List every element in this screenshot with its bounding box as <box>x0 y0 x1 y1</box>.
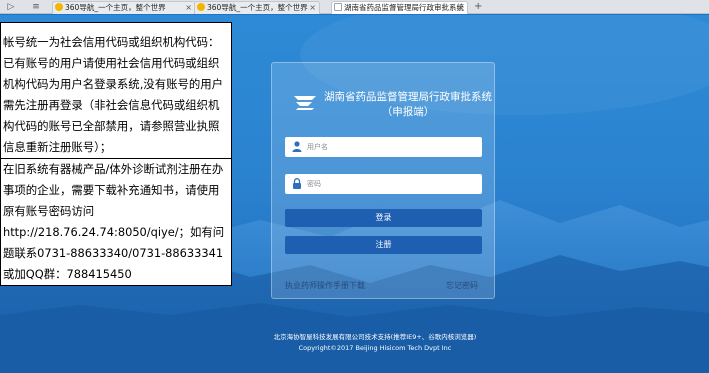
login-button[interactable]: 登录 <box>285 209 482 227</box>
tab-close-icon[interactable]: × <box>309 2 316 13</box>
notice-paragraph-account: 帐号统一为社会信用代码或组织机构代码：已有账号的用户请使用社会信用代码或组织机构… <box>3 35 224 154</box>
username-field[interactable] <box>285 137 482 157</box>
lock-icon <box>293 178 301 189</box>
forgot-password-link[interactable]: 忘记密码 <box>446 281 478 291</box>
agency-logo-icon <box>294 96 316 110</box>
browser-tab-3-active[interactable]: 湖南省药品监督管理局行政审批系统 × <box>331 1 468 14</box>
register-button[interactable]: 注册 <box>285 236 482 254</box>
notice-panel: 帐号统一为社会信用代码或组织机构代码：已有账号的用户请使用社会信用代码或组织机构… <box>0 22 232 286</box>
tab-close-icon[interactable]: × <box>185 2 192 13</box>
browser-tab-bar: ▷ ≡ 360导航_一个主页，整个世界 × 360导航_一个主页，整个世界 × … <box>0 0 709 14</box>
tab-close-icon[interactable]: × <box>457 2 464 13</box>
system-title: 湖南省药品监督管理局行政审批系统（申报端） <box>324 91 492 118</box>
tab-list-icon[interactable]: ≡ <box>31 1 41 13</box>
notice-paragraph-legacy: 在旧系统有器械产品/体外诊断试剂注册在办事项的企业，需要下载补充通知书，请使用原… <box>1 158 231 285</box>
pharmacist-manual-download-link[interactable]: 执业药师操作手册下载 <box>285 281 365 291</box>
360-icon <box>197 3 205 11</box>
360-icon <box>55 3 63 11</box>
password-field[interactable] <box>285 174 482 194</box>
browser-tab-1[interactable]: 360导航_一个主页，整个世界 × <box>52 1 196 14</box>
browser-tab-2[interactable]: 360导航_一个主页，整个世界 × <box>194 1 320 14</box>
page-icon <box>334 3 342 11</box>
new-tab-button[interactable]: + <box>474 0 482 13</box>
tab-title: 360导航_一个主页，整个世界 <box>65 3 166 12</box>
username-input[interactable] <box>307 139 477 155</box>
login-card: 湖南省药品监督管理局行政审批系统（申报端） 登录 注册 执业药师操作手册下载 忘… <box>271 62 495 299</box>
tab-title: 湖南省药品监督管理局行政审批系统 <box>344 3 464 12</box>
notice-close-button[interactable]: ×关闭 <box>2 23 22 32</box>
password-input[interactable] <box>307 176 477 192</box>
footer-copyright: Copyright©2017 Beijing Hisicom Tech Dvpt… <box>298 344 452 352</box>
sidebar-toggle-icon[interactable]: ▷ <box>6 1 16 13</box>
user-icon <box>292 141 302 152</box>
tab-title: 360导航_一个主页，整个世界 <box>207 3 308 12</box>
footer-tech-support: 北京海协智屋科技发展有限公司技术支持(推荐IE9+、谷歌内核浏览器) <box>273 333 477 341</box>
